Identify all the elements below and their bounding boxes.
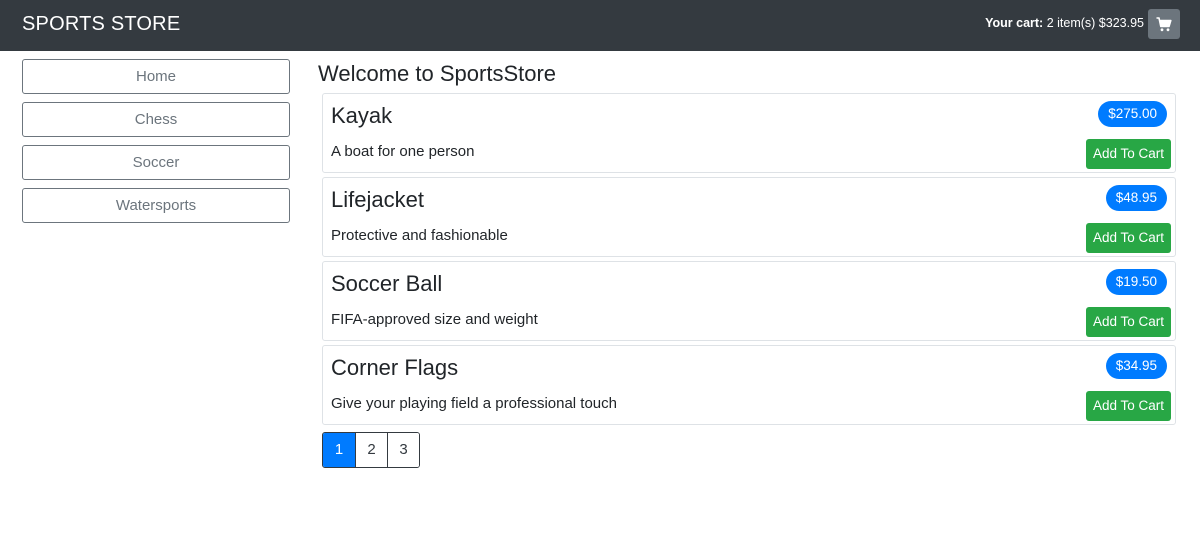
page-button-2[interactable]: 2 [355, 433, 387, 467]
category-button-watersports[interactable]: Watersports [22, 188, 290, 223]
shopping-cart-icon [1156, 16, 1172, 31]
product-card: Soccer Ball $19.50 FIFA-approved size an… [322, 261, 1176, 341]
product-name: Corner Flags [331, 355, 459, 380]
add-to-cart-button[interactable]: Add To Cart [1086, 307, 1171, 337]
page-title: Welcome to SportsStore [318, 61, 557, 86]
product-description: Give your playing field a professional t… [331, 395, 617, 412]
price-badge: $34.95 [1105, 353, 1167, 379]
product-card: Corner Flags $34.95 Give your playing fi… [322, 345, 1176, 425]
cart-summary: Your cart: 2 item(s) $323.95 [985, 16, 1144, 30]
product-description: FIFA-approved size and weight [331, 311, 538, 328]
add-to-cart-button[interactable]: Add To Cart [1086, 139, 1171, 169]
page-button-3[interactable]: 3 [387, 433, 419, 467]
cart-text: 2 item(s) $323.95 [1046, 16, 1144, 30]
category-button-home[interactable]: Home [22, 59, 290, 94]
brand-title[interactable]: SPORTS STORE [22, 13, 180, 36]
category-button-soccer[interactable]: Soccer [22, 145, 290, 180]
price-badge: $48.95 [1105, 185, 1167, 211]
product-name: Soccer Ball [331, 271, 443, 296]
add-to-cart-button[interactable]: Add To Cart [1086, 391, 1171, 421]
category-button-chess[interactable]: Chess [22, 102, 290, 137]
product-description: A boat for one person [331, 143, 475, 160]
product-description: Protective and fashionable [331, 227, 508, 244]
navbar: SPORTS STORE Your cart: 2 item(s) $323.9… [0, 0, 1200, 51]
cart-button[interactable] [1148, 9, 1180, 39]
product-name: Lifejacket [331, 187, 424, 212]
product-name: Kayak [331, 103, 393, 128]
price-badge: $19.50 [1105, 269, 1167, 295]
cart-label: Your cart: [985, 16, 1044, 30]
page-button-1[interactable]: 1 [323, 433, 355, 467]
add-to-cart-button[interactable]: Add To Cart [1086, 223, 1171, 253]
product-card: Kayak $275.00 A boat for one person Add … [322, 93, 1176, 173]
product-card: Lifejacket $48.95 Protective and fashion… [322, 177, 1176, 257]
price-badge: $275.00 [1098, 101, 1167, 127]
pagination: 1 2 3 [322, 432, 420, 468]
